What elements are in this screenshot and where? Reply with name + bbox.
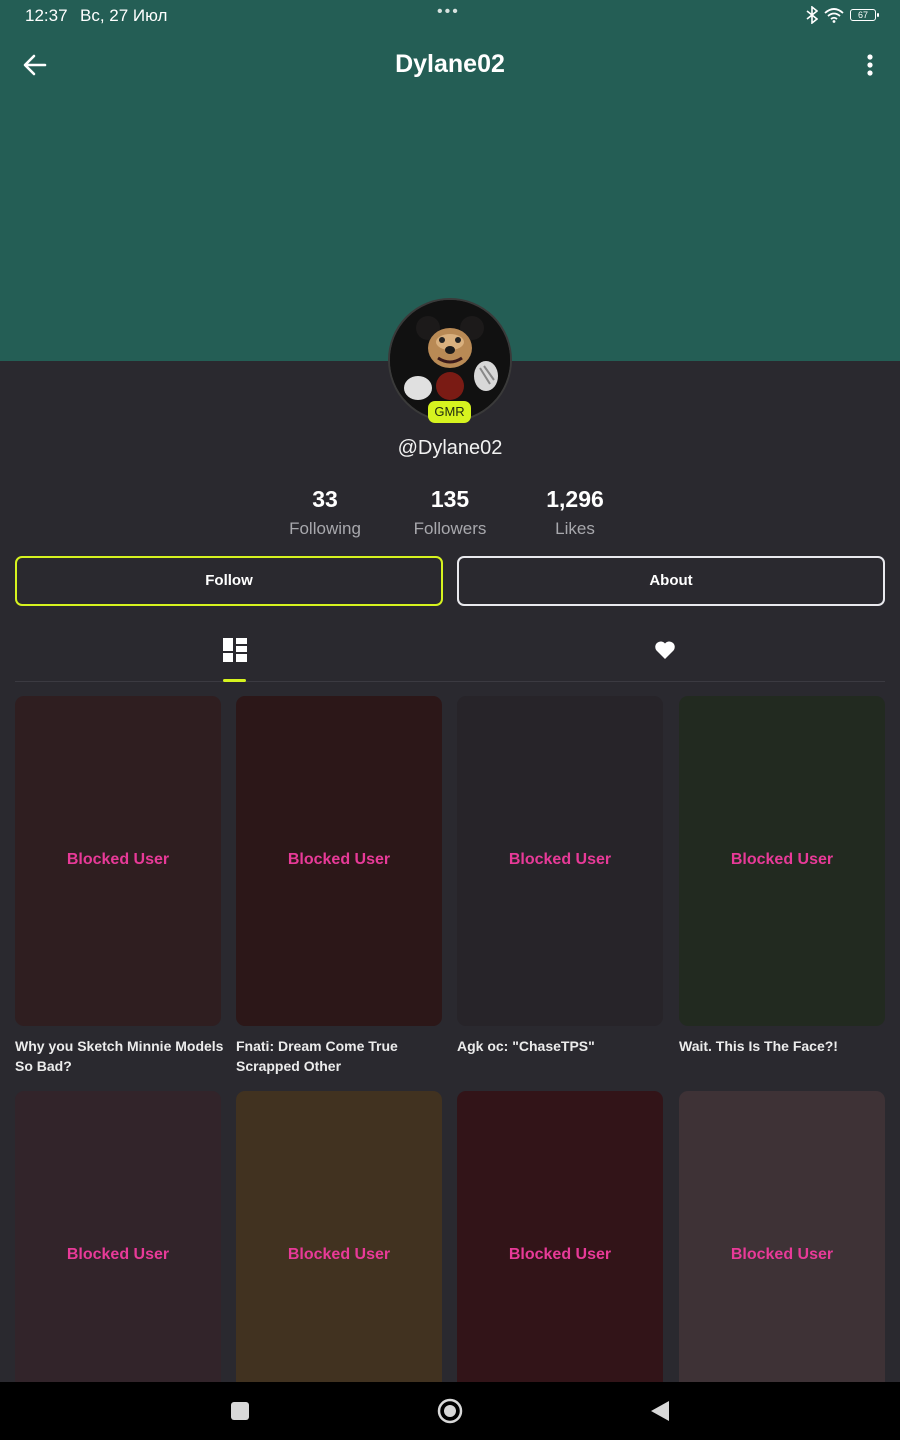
battery-level: 67 [857,9,868,20]
post-caption[interactable]: Wait. This Is The Face?! [679,1036,889,1056]
following-count: 33 [312,486,338,512]
system-nav-bar [0,1382,900,1440]
following-label: Following [289,519,361,538]
status-bar: 12:37 Вс, 27 Июл ••• 67 [0,0,900,32]
followers-label: Followers [413,519,487,538]
blocked-label: Blocked User [66,1246,170,1263]
grid-layout-icon [223,638,247,662]
blocked-label: Blocked User [508,1246,612,1263]
blocked-label: Blocked User [287,1246,391,1263]
status-time: 12:37 [25,6,68,25]
following-stat[interactable]: 33 Following [260,486,390,539]
likes-stat: 1,296 Likes [510,486,640,539]
followers-count: 135 [430,486,470,512]
status-date: Вс, 27 Июл [80,6,168,25]
back-nav-button[interactable] [630,1382,690,1440]
blocked-label: Blocked User [66,851,170,868]
page-title: Dylane02 [395,50,505,78]
follow-button[interactable]: Follow [15,556,443,606]
about-button[interactable]: About [457,556,885,606]
post-card[interactable]: Blocked User [679,696,885,1026]
likes-label: Likes [555,519,595,538]
profile-tabs [15,625,885,682]
post-card[interactable]: Blocked User [457,1091,663,1382]
recents-button[interactable] [210,1382,270,1440]
blocked-label: Blocked User [730,851,834,868]
post-card[interactable]: Blocked User [236,696,442,1026]
bluetooth-icon [806,6,818,24]
profile-handle: @Dylane02 [397,437,503,459]
more-vertical-icon [867,54,873,76]
more-options-button[interactable] [858,50,882,80]
home-circle-icon [437,1398,463,1424]
post-caption[interactable]: Fnati: Dream Come True Scrapped Other [236,1036,446,1076]
post-caption[interactable]: Why you Sketch Minnie Models So Bad? [15,1036,225,1076]
blocked-label: Blocked User [287,851,391,868]
tab-liked[interactable] [450,625,885,681]
post-card[interactable]: Blocked User [15,1091,221,1382]
post-card[interactable]: Blocked User [236,1091,442,1382]
post-card[interactable]: Blocked User [679,1091,885,1382]
heart-icon [655,641,675,659]
status-dots: ••• [437,3,460,20]
battery-icon: 67 [850,9,879,21]
status-icons: 67 [806,6,879,24]
blocked-label: Blocked User [508,851,612,868]
gmr-badge: GMR [428,401,471,423]
post-caption[interactable]: Agk oc: "ChaseTPS" [457,1036,667,1056]
tab-posts[interactable] [15,625,450,682]
square-icon [231,1402,249,1420]
active-tab-indicator [223,679,246,682]
followers-stat[interactable]: 135 Followers [385,486,515,539]
wifi-icon [824,8,844,23]
post-card[interactable]: Blocked User [457,696,663,1026]
likes-count: 1,296 [546,486,604,512]
blocked-label: Blocked User [730,1246,834,1263]
home-button[interactable] [420,1382,480,1440]
triangle-back-icon [651,1401,669,1421]
post-card[interactable]: Blocked User [15,696,221,1026]
